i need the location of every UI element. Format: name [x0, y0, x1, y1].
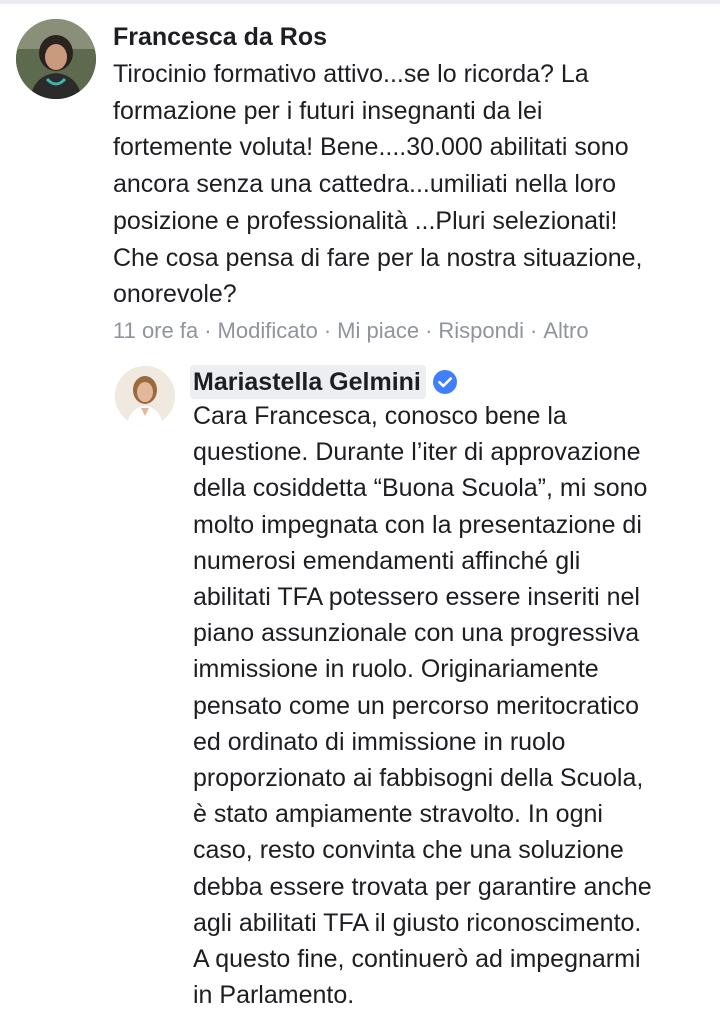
more-link[interactable]: Altro: [543, 318, 588, 343]
edited-link[interactable]: Modificato: [218, 318, 318, 343]
avatar[interactable]: [16, 19, 96, 99]
like-link[interactable]: Mi piace: [337, 318, 419, 343]
comment-text: Tirocinio formativo attivo...se lo ricor…: [113, 60, 643, 309]
user-photo-icon: [115, 366, 175, 426]
comment-author[interactable]: Francesca da Ros: [113, 20, 327, 54]
comment-actions: 11 ore fa · Modificato · Mi piace · Rispondi · A…: [113, 316, 589, 346]
comment-timestamp[interactable]: 11 ore fa: [113, 318, 198, 343]
reply-author[interactable]: Mariastella Gelmini: [190, 365, 426, 399]
user-photo-icon: [16, 19, 96, 99]
reply-link[interactable]: Rispondi: [438, 318, 524, 343]
verified-badge-icon: [432, 370, 457, 394]
separator: ·: [204, 318, 212, 343]
reply-text: Cara Francesca, conosco bene la question…: [193, 402, 652, 1010]
reply-author-row: Mariastella Gelmini: [190, 364, 458, 400]
reply-avatar[interactable]: [115, 366, 175, 426]
top-divider: [0, 0, 720, 4]
separator: ·: [425, 318, 433, 343]
separator: ·: [530, 318, 538, 343]
separator: ·: [323, 318, 332, 343]
